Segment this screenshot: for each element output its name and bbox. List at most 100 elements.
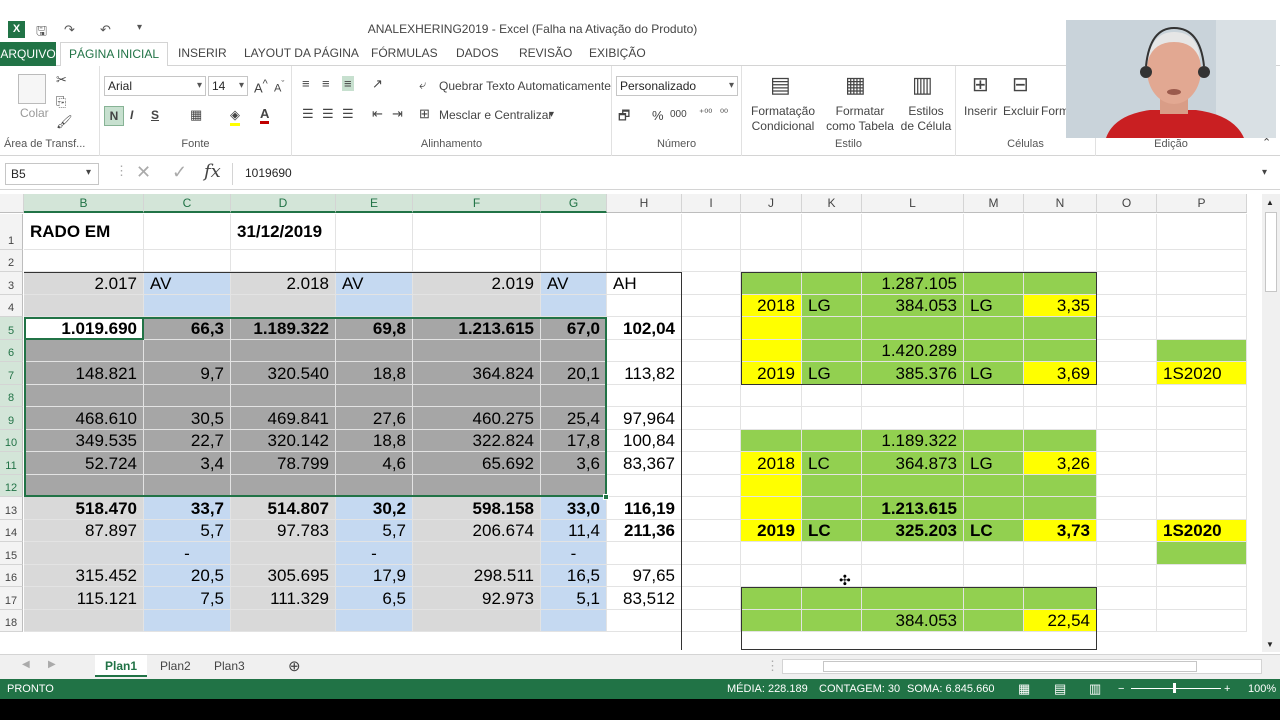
cell-g13[interactable]: 33,0 — [541, 497, 607, 520]
cell-b11[interactable]: 52.724 — [24, 452, 144, 475]
increase-font-icon[interactable]: A^ — [254, 78, 268, 95]
cell-c7[interactable]: 9,7 — [144, 362, 231, 385]
cell-d12[interactable] — [231, 475, 336, 497]
paste-button[interactable]: Colar — [20, 106, 49, 120]
cell-o18[interactable] — [1097, 610, 1157, 632]
cell-k14[interactable]: LC — [802, 520, 862, 542]
cell-c6[interactable] — [144, 340, 231, 362]
tab-file[interactable]: ARQUIVO — [0, 42, 56, 66]
row-header-15[interactable]: 15 — [0, 542, 23, 565]
cell-o7[interactable] — [1097, 362, 1157, 385]
cell-l18[interactable]: 384.053 — [862, 610, 964, 632]
cell-i5[interactable] — [682, 317, 741, 340]
cell-m12[interactable] — [964, 475, 1024, 497]
cell-k17[interactable] — [802, 587, 862, 610]
cell-c11[interactable]: 3,4 — [144, 452, 231, 475]
cell-g5[interactable]: 67,0 — [541, 317, 607, 340]
cell-g6[interactable] — [541, 340, 607, 362]
row-header-4[interactable]: 4 — [0, 295, 23, 317]
cell-d8[interactable] — [231, 385, 336, 407]
percent-style-button[interactable]: % — [652, 108, 664, 123]
cell-c14[interactable]: 5,7 — [144, 520, 231, 542]
cell-f10[interactable]: 322.824 — [413, 430, 541, 452]
cell-b17[interactable]: 115.121 — [24, 587, 144, 610]
cell-h6[interactable] — [607, 340, 682, 362]
cell-k4[interactable]: LG — [802, 295, 862, 317]
delete-cells-button[interactable]: Excluir — [1003, 104, 1039, 118]
cell-j10[interactable] — [741, 430, 802, 452]
cell-i6[interactable] — [682, 340, 741, 362]
cell-g2[interactable] — [541, 250, 607, 272]
sheet-tab-plan1[interactable]: Plan1 — [95, 655, 148, 677]
cell-e16[interactable]: 17,9 — [336, 565, 413, 587]
cell-j16[interactable] — [741, 565, 802, 587]
cell-h5[interactable]: 102,04 — [607, 317, 682, 340]
cell-h9[interactable]: 97,964 — [607, 407, 682, 430]
cell-o8[interactable] — [1097, 385, 1157, 407]
cell-n1[interactable] — [1024, 214, 1097, 250]
cell-o6[interactable] — [1097, 340, 1157, 362]
cell-f6[interactable] — [413, 340, 541, 362]
cell-l4[interactable]: 384.053 — [862, 295, 964, 317]
cell-g3[interactable]: AV — [541, 272, 607, 295]
cell-k5[interactable] — [802, 317, 862, 340]
align-middle-icon[interactable]: ≡ — [322, 76, 330, 91]
cell-b3[interactable]: 2.017 — [24, 272, 144, 295]
cell-p7[interactable]: 1S2020 — [1157, 362, 1247, 385]
cell-b12[interactable] — [24, 475, 144, 497]
cell-l12[interactable] — [862, 475, 964, 497]
cell-k1[interactable] — [802, 214, 862, 250]
row-header-1[interactable]: 1 — [0, 214, 23, 250]
cell-b2[interactable] — [24, 250, 144, 272]
tab-view[interactable]: EXIBIÇÃO — [589, 46, 646, 60]
cell-i1[interactable] — [682, 214, 741, 250]
align-top-icon[interactable]: ≡ — [302, 76, 310, 91]
cell-c16[interactable]: 20,5 — [144, 565, 231, 587]
cell-o14[interactable] — [1097, 520, 1157, 542]
cell-b6[interactable] — [24, 340, 144, 362]
sheet-tab-plan2[interactable]: Plan2 — [150, 655, 201, 677]
cell-i2[interactable] — [682, 250, 741, 272]
sheet-tab-plan3[interactable]: Plan3 — [204, 655, 255, 677]
cell-l15[interactable] — [862, 542, 964, 565]
cell-j2[interactable] — [741, 250, 802, 272]
cell-d11[interactable]: 78.799 — [231, 452, 336, 475]
cell-g12[interactable] — [541, 475, 607, 497]
row-header-14[interactable]: 14 — [0, 520, 23, 542]
align-bottom-icon[interactable]: ≡ — [342, 76, 354, 91]
cell-e8[interactable] — [336, 385, 413, 407]
normal-view-icon[interactable]: ▦ — [1018, 679, 1030, 699]
cell-n8[interactable] — [1024, 385, 1097, 407]
cell-o4[interactable] — [1097, 295, 1157, 317]
cell-e6[interactable] — [336, 340, 413, 362]
column-header-d[interactable]: D — [231, 194, 336, 213]
horizontal-scrollbar[interactable] — [782, 659, 1262, 674]
cell-o16[interactable] — [1097, 565, 1157, 587]
tab-splitter-icon[interactable]: ⋮ — [766, 658, 779, 674]
cell-g14[interactable]: 11,4 — [541, 520, 607, 542]
cell-n15[interactable] — [1024, 542, 1097, 565]
cell-n5[interactable] — [1024, 317, 1097, 340]
cell-i13[interactable] — [682, 497, 741, 520]
cell-d1[interactable]: 31/12/2019 — [231, 214, 336, 250]
insert-cells-button[interactable]: Inserir — [964, 104, 997, 118]
cell-e18[interactable] — [336, 610, 413, 632]
cell-d4[interactable] — [231, 295, 336, 317]
cell-b13[interactable]: 518.470 — [24, 497, 144, 520]
horizontal-scroll-thumb[interactable] — [823, 661, 1197, 672]
cell-f8[interactable] — [413, 385, 541, 407]
cell-o15[interactable] — [1097, 542, 1157, 565]
cell-b18[interactable] — [24, 610, 144, 632]
cell-j1[interactable] — [741, 214, 802, 250]
cell-n17[interactable] — [1024, 587, 1097, 610]
cell-m1[interactable] — [964, 214, 1024, 250]
cell-k16[interactable] — [802, 565, 862, 587]
row-header-7[interactable]: 7 — [0, 362, 23, 385]
cell-p6[interactable] — [1157, 340, 1247, 362]
column-header-o[interactable]: O — [1097, 194, 1157, 213]
cell-f11[interactable]: 65.692 — [413, 452, 541, 475]
cell-f1[interactable] — [413, 214, 541, 250]
page-layout-view-icon[interactable]: ▤ — [1054, 679, 1066, 699]
cell-e14[interactable]: 5,7 — [336, 520, 413, 542]
cell-k10[interactable] — [802, 430, 862, 452]
